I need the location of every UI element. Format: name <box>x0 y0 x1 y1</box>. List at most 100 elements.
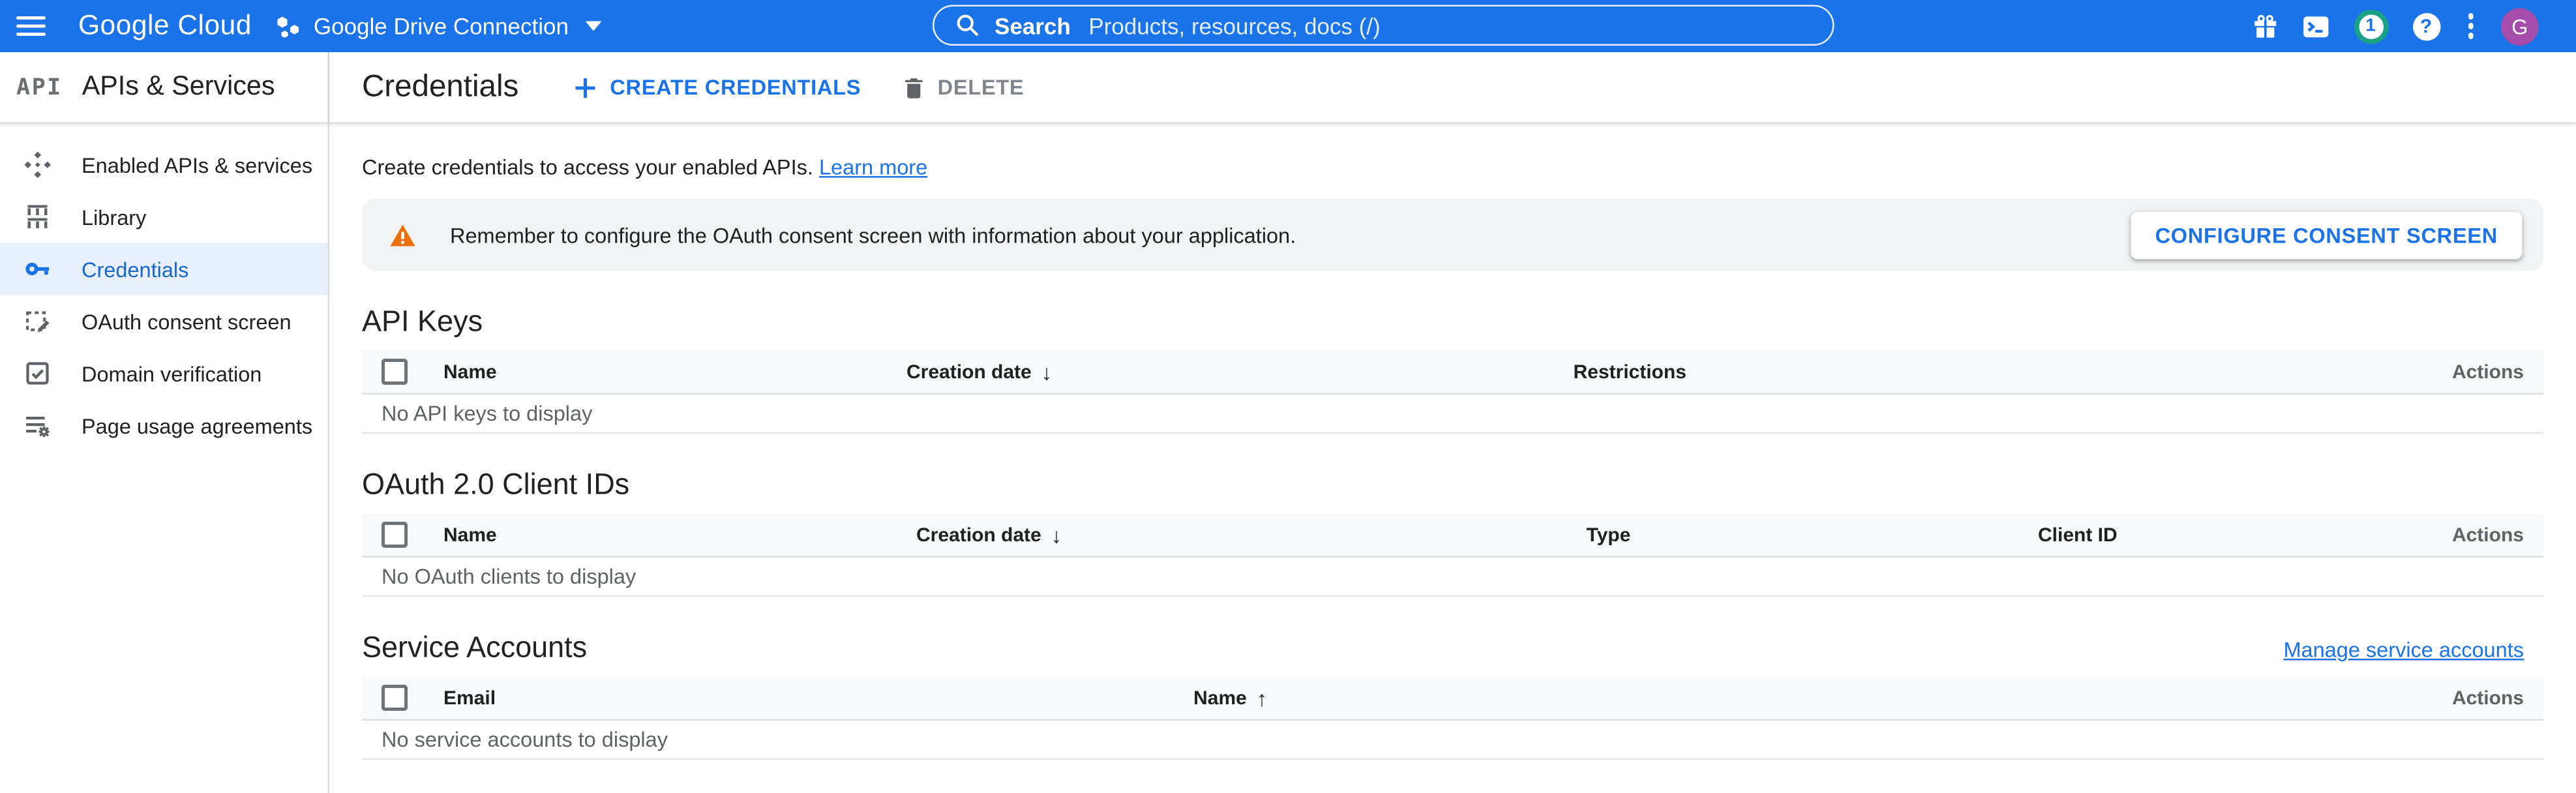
column-header-email[interactable]: Email <box>443 687 1193 710</box>
learn-more-link[interactable]: Learn more <box>819 155 927 180</box>
sidebar-title: APIs & Services <box>82 72 275 103</box>
cloud-shell-icon[interactable] <box>2301 12 2329 40</box>
column-label: Type <box>1587 524 1631 546</box>
column-label: Email <box>443 687 496 710</box>
sidebar-header: API APIs & Services <box>0 52 328 124</box>
oauth-consent-icon <box>25 308 51 335</box>
sidebar-item-oauth-consent-screen[interactable]: OAuth consent screen <box>0 295 328 348</box>
trash-icon <box>903 76 925 98</box>
manage-service-accounts-link[interactable]: Manage service accounts <box>2283 638 2524 663</box>
column-label: Restrictions <box>1574 361 1686 383</box>
notifications-badge[interactable]: 1 <box>2354 9 2388 44</box>
column-label: Name <box>443 524 497 546</box>
sidebar-item-credentials[interactable]: Credentials <box>0 243 328 295</box>
page-toolbar: Credentials CREATE CREDENTIALS DELETE <box>329 52 2576 124</box>
column-label: Actions <box>2452 524 2524 546</box>
oauth-clients-heading: OAuth 2.0 Client IDs <box>362 466 2543 502</box>
sidebar-item-page-usage-agreements[interactable]: Page usage agreements <box>0 400 328 452</box>
plus-icon <box>574 76 597 98</box>
top-bar-actions: 1 ? G <box>2253 0 2539 52</box>
sort-descending-icon: ↓ <box>1051 522 1062 547</box>
search-input[interactable]: Search Products, resources, docs (/) <box>933 5 1835 46</box>
column-header-restrictions[interactable]: Restrictions <box>1574 361 2397 383</box>
column-header-actions: Actions <box>2397 524 2543 546</box>
avatar-letter: G <box>2511 14 2528 38</box>
sidebar-item-library[interactable]: Library <box>0 191 328 243</box>
column-header-client-id[interactable]: Client ID <box>2038 524 2397 546</box>
empty-state-text: No API keys to display <box>382 401 592 426</box>
column-header-actions: Actions <box>2397 361 2543 383</box>
configure-consent-screen-button[interactable]: CONFIGURE CONSENT SCREEN <box>2131 211 2522 259</box>
sidebar-item-label: Library <box>82 205 146 230</box>
column-header-name[interactable]: Name ↑ <box>1193 685 2397 710</box>
select-all-checkbox[interactable] <box>382 522 408 548</box>
column-header-name[interactable]: Name <box>443 524 916 546</box>
oauth-clients-table: Name Creation date ↓ Type Client ID Actio… <box>362 514 2543 597</box>
sidebar: API APIs & Services Enabled APIs & <box>0 52 329 793</box>
sidebar-item-label: Credentials <box>82 257 188 282</box>
column-header-creation-date[interactable]: Creation date ↓ <box>906 359 1574 384</box>
api-keys-empty-row: No API keys to display <box>362 395 2543 434</box>
search-label: Search <box>995 12 1071 38</box>
api-keys-table-header: Name Creation date ↓ Restrictions Actions <box>362 351 2543 395</box>
sidebar-item-label: OAuth consent screen <box>82 309 292 334</box>
empty-state-text: No service accounts to display <box>382 727 668 752</box>
project-switcher[interactable]: Google Drive Connection <box>278 13 601 39</box>
library-icon <box>25 204 51 230</box>
help-icon[interactable]: ? <box>2412 12 2440 40</box>
column-header-type[interactable]: Type <box>1587 524 2039 546</box>
key-icon <box>25 256 51 282</box>
column-label: Client ID <box>2038 524 2118 546</box>
api-keys-table: Name Creation date ↓ Restrictions Actions… <box>362 351 2543 434</box>
chevron-down-icon <box>585 22 601 31</box>
gift-icon[interactable] <box>2253 14 2277 38</box>
sort-ascending-icon: ↑ <box>1257 685 1267 710</box>
column-label: Actions <box>2452 687 2524 710</box>
top-bar: Google Cloud Google Drive Connection Sea… <box>0 0 2576 52</box>
intro-text: Create credentials to access your enable… <box>362 155 2543 181</box>
enabled-apis-icon <box>25 152 51 178</box>
service-accounts-heading: Service Accounts <box>362 629 587 665</box>
delete-button[interactable]: DELETE <box>903 75 1024 100</box>
notification-count: 1 <box>2365 16 2375 36</box>
search-placeholder: Products, resources, docs (/) <box>1088 12 1380 38</box>
main-content: Credentials CREATE CREDENTIALS DELETE Cr… <box>329 52 2576 793</box>
service-accounts-section-header: Service Accounts Manage service accounts <box>362 597 2543 665</box>
domain-verification-icon <box>25 361 51 387</box>
hamburger-menu-icon[interactable] <box>16 16 46 36</box>
api-logo: API <box>16 74 63 100</box>
more-options-icon[interactable] <box>2464 14 2477 39</box>
create-credentials-label: CREATE CREDENTIALS <box>610 75 861 100</box>
delete-label: DELETE <box>938 75 1025 100</box>
oauth-clients-table-header: Name Creation date ↓ Type Client ID Actio… <box>362 514 2543 558</box>
page-usage-icon <box>25 413 51 439</box>
column-header-name[interactable]: Name <box>443 361 906 383</box>
search-icon <box>955 13 980 38</box>
sidebar-item-label: Page usage agreements <box>82 413 312 438</box>
column-label: Creation date <box>906 361 1032 383</box>
sidebar-item-label: Domain verification <box>82 361 262 386</box>
google-cloud-logo[interactable]: Google Cloud <box>78 10 252 42</box>
banner-message: Remember to configure the OAuth consent … <box>450 222 1296 247</box>
empty-state-text: No OAuth clients to display <box>382 564 636 589</box>
service-accounts-empty-row: No service accounts to display <box>362 721 2543 760</box>
oauth-clients-empty-row: No OAuth clients to display <box>362 558 2543 597</box>
warning-icon <box>390 222 416 247</box>
service-accounts-table-header: Email Name ↑ Actions <box>362 677 2543 721</box>
sidebar-item-enabled-apis[interactable]: Enabled APIs & services <box>0 139 328 191</box>
project-icon <box>278 15 301 38</box>
column-header-creation-date[interactable]: Creation date ↓ <box>916 522 1587 547</box>
select-all-checkbox[interactable] <box>382 359 408 385</box>
column-label: Creation date <box>916 524 1041 546</box>
column-label: Actions <box>2452 361 2524 383</box>
api-keys-heading: API Keys <box>362 303 2543 339</box>
google-cloud-console: Google Cloud Google Drive Connection Sea… <box>0 0 2576 793</box>
sidebar-item-domain-verification[interactable]: Domain verification <box>0 348 328 400</box>
page-title: Credentials <box>362 69 518 105</box>
select-all-checkbox[interactable] <box>382 685 408 711</box>
column-label: Name <box>1193 687 1247 710</box>
create-credentials-button[interactable]: CREATE CREDENTIALS <box>574 75 861 100</box>
avatar[interactable]: G <box>2501 7 2539 45</box>
sort-descending-icon: ↓ <box>1041 359 1052 384</box>
sidebar-item-label: Enabled APIs & services <box>82 153 312 177</box>
